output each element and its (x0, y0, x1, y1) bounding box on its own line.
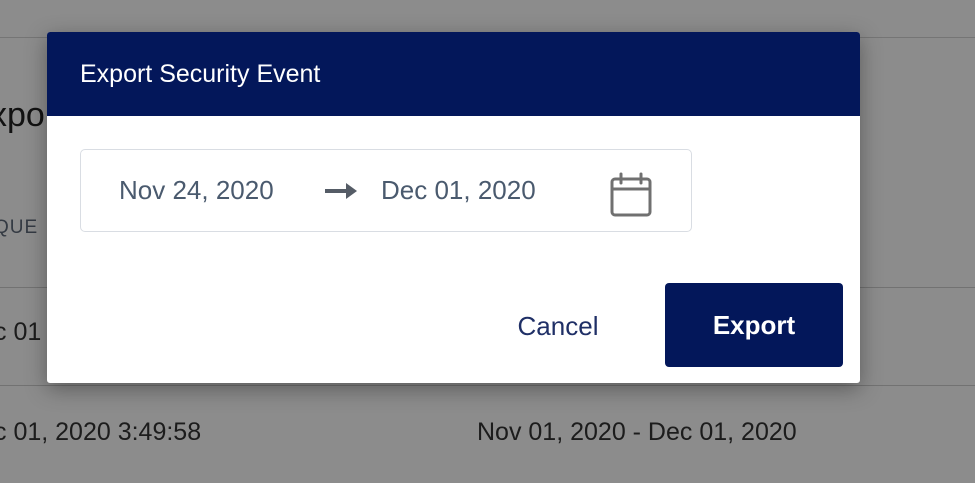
start-date-input[interactable]: Nov 24, 2020 (119, 175, 274, 206)
calendar-icon[interactable] (609, 172, 653, 218)
arrow-right-icon (325, 183, 357, 199)
date-range-picker[interactable]: Nov 24, 2020 Dec 01, 2020 (80, 149, 692, 232)
export-button[interactable]: Export (665, 283, 843, 367)
dialog-header: Export Security Event (47, 32, 860, 116)
end-date-input[interactable]: Dec 01, 2020 (381, 175, 536, 206)
page: xpo QUE c 01 c 01, 2020 3:49:58 Nov 01, … (0, 0, 975, 483)
export-security-event-dialog: Export Security Event Nov 24, 2020 Dec 0… (47, 32, 860, 383)
cancel-button[interactable]: Cancel (498, 284, 618, 368)
dialog-title: Export Security Event (80, 59, 321, 88)
